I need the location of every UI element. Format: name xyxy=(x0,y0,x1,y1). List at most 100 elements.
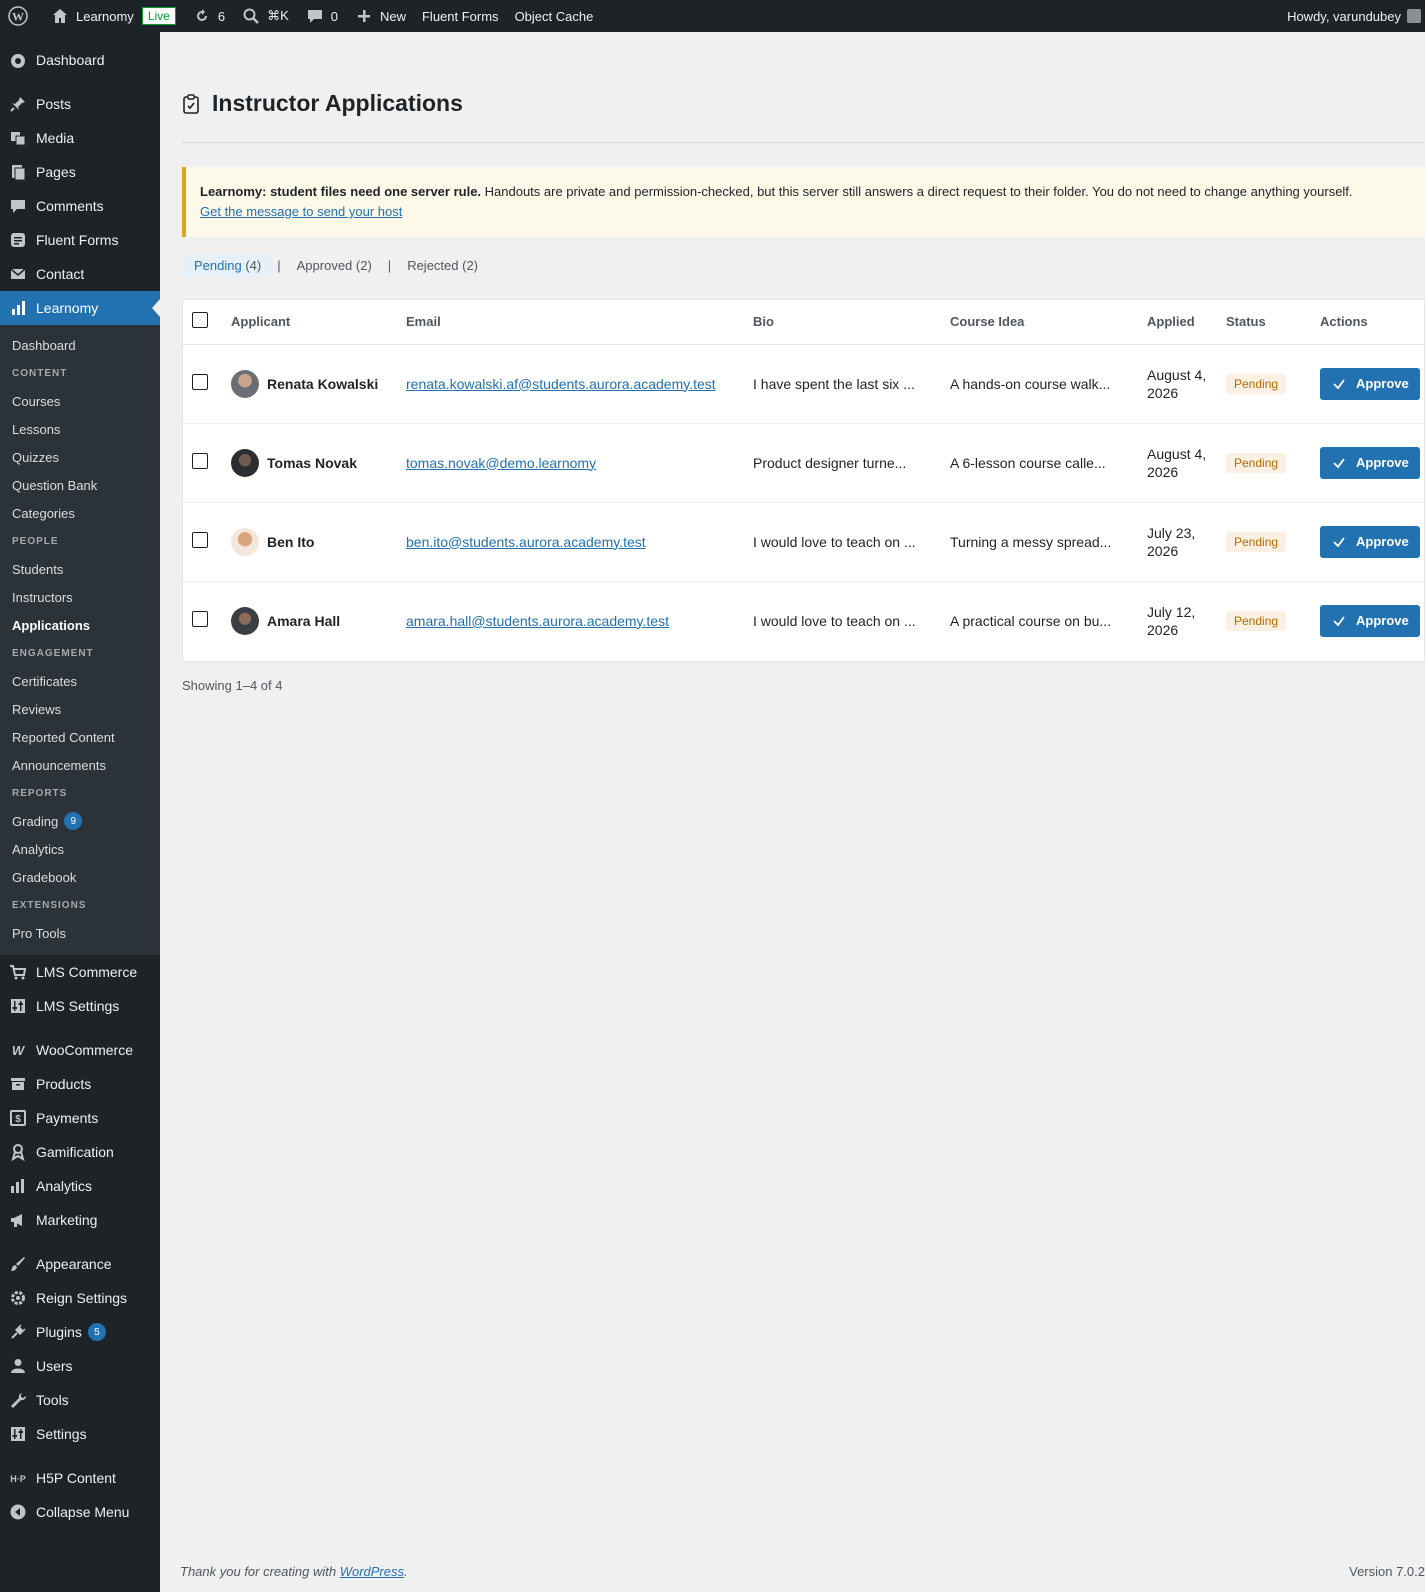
fluent-forms-link[interactable]: Fluent Forms xyxy=(414,0,507,32)
clipboard-check-icon xyxy=(182,93,202,114)
submenu-question-bank[interactable]: Question Bank xyxy=(0,471,160,499)
avatar xyxy=(231,448,259,477)
approve-button[interactable]: Approve xyxy=(1320,604,1420,637)
submenu-instructors[interactable]: Instructors xyxy=(0,583,160,611)
submenu-dashboard[interactable]: Dashboard xyxy=(0,331,160,359)
menu-contact[interactable]: Contact xyxy=(0,257,160,291)
approve-label: Approve xyxy=(1356,613,1409,629)
archive-icon xyxy=(8,1074,28,1094)
menu-gamification[interactable]: Gamification xyxy=(0,1135,160,1169)
sliders-icon xyxy=(8,1424,28,1444)
submenu-analytics[interactable]: Analytics xyxy=(0,835,160,863)
chart-icon xyxy=(8,298,28,318)
applicant-email-link[interactable]: amara.hall@students.aurora.academy.test xyxy=(406,613,669,629)
submenu-students[interactable]: Students xyxy=(0,555,160,583)
menu-label: Fluent Forms xyxy=(36,232,119,248)
checkmark-icon xyxy=(1332,377,1346,391)
applicant-name: Renata Kowalski xyxy=(267,375,379,392)
applicant-email-link[interactable]: ben.ito@students.aurora.academy.test xyxy=(406,534,646,550)
menu-lms-commerce[interactable]: LMS Commerce xyxy=(0,955,160,989)
column-status[interactable]: Status xyxy=(1218,300,1312,344)
comments-button[interactable]: 0 xyxy=(297,0,346,32)
menu-posts[interactable]: Posts xyxy=(0,87,160,121)
menu-tools[interactable]: Tools xyxy=(0,1383,160,1417)
filter-pending[interactable]: Pending (4) xyxy=(182,254,274,277)
submenu-lessons[interactable]: Lessons xyxy=(0,415,160,443)
notice-host-message-link[interactable]: Get the message to send your host xyxy=(200,204,402,219)
svg-text:$: $ xyxy=(15,1114,21,1125)
menu-products[interactable]: Products xyxy=(0,1067,160,1101)
submenu-categories[interactable]: Categories xyxy=(0,499,160,527)
menu-pages[interactable]: Pages xyxy=(0,155,160,189)
menu-analytics[interactable]: Analytics xyxy=(0,1169,160,1203)
menu-reign-settings[interactable]: Reign Settings xyxy=(0,1281,160,1315)
submenu-applications[interactable]: Applications xyxy=(0,611,160,639)
submenu-quizzes[interactable]: Quizzes xyxy=(0,443,160,471)
menu-dashboard[interactable]: Dashboard xyxy=(0,43,160,77)
menu-lms-settings[interactable]: LMS Settings xyxy=(0,989,160,1023)
approve-button[interactable]: Approve xyxy=(1320,367,1420,400)
applicant-name: Ben Ito xyxy=(267,533,315,550)
wordpress-link[interactable]: WordPress xyxy=(340,1564,404,1579)
search-button[interactable]: ⌘K xyxy=(233,0,297,32)
column-bio[interactable]: Bio xyxy=(745,300,942,344)
menu-comments[interactable]: Comments xyxy=(0,189,160,223)
submenu-pro-tools[interactable]: Pro Tools xyxy=(0,919,160,947)
applied-date: July 12, 2026 xyxy=(1147,603,1196,638)
applicant-email-link[interactable]: renata.kowalski.af@students.aurora.acade… xyxy=(406,376,716,392)
menu-media[interactable]: Media xyxy=(0,121,160,155)
wrench-icon xyxy=(8,1390,28,1410)
approve-label: Approve xyxy=(1356,534,1409,549)
submenu-reported-content[interactable]: Reported Content xyxy=(0,723,160,751)
applicant-email-link[interactable]: tomas.novak@demo.learnomy xyxy=(406,455,596,471)
collapse-menu-button[interactable]: Collapse Menu xyxy=(0,1495,160,1529)
submenu-reviews[interactable]: Reviews xyxy=(0,695,160,723)
account-menu[interactable]: Howdy, varundubey xyxy=(1279,0,1425,32)
submenu-certificates[interactable]: Certificates xyxy=(0,667,160,695)
menu-users[interactable]: Users xyxy=(0,1349,160,1383)
filter-approved[interactable]: Approved (2) xyxy=(285,254,384,277)
updates-button[interactable]: 6 xyxy=(184,0,233,32)
menu-h5p[interactable]: H·P H5P Content xyxy=(0,1461,160,1495)
submenu-heading-content: CONTENT xyxy=(12,367,68,379)
table-row: Amara Hall amara.hall@students.aurora.ac… xyxy=(183,581,1424,660)
applicant-cell: Ben Ito xyxy=(231,527,390,556)
wordpress-logo-button[interactable]: W xyxy=(0,0,42,32)
status-badge: Pending xyxy=(1226,531,1287,552)
new-content-button[interactable]: New xyxy=(346,0,414,32)
column-course-idea[interactable]: Course Idea xyxy=(942,300,1139,344)
submenu-gradebook[interactable]: Gradebook xyxy=(0,863,160,891)
submenu-grading[interactable]: Grading 9 xyxy=(0,807,160,835)
menu-label: Collapse Menu xyxy=(36,1504,130,1520)
menu-payments[interactable]: $ Payments xyxy=(0,1101,160,1135)
search-shortcut: ⌘K xyxy=(267,8,289,23)
column-applicant[interactable]: Applicant xyxy=(223,300,398,344)
menu-woocommerce[interactable]: W WooCommerce xyxy=(0,1033,160,1067)
submenu-courses[interactable]: Courses xyxy=(0,387,160,415)
site-name-link[interactable]: Learnomy Live xyxy=(42,0,184,32)
submenu-announcements[interactable]: Announcements xyxy=(0,751,160,779)
menu-label: Comments xyxy=(36,198,104,214)
approve-button[interactable]: Approve xyxy=(1320,446,1420,479)
svg-text:W: W xyxy=(12,1043,26,1057)
bio-cell: I would love to teach on ... xyxy=(753,533,916,550)
row-checkbox[interactable] xyxy=(192,374,208,390)
row-checkbox[interactable] xyxy=(192,532,208,548)
menu-learnomy[interactable]: Learnomy xyxy=(0,291,160,325)
approve-button[interactable]: Approve xyxy=(1320,525,1420,558)
object-cache-link[interactable]: Object Cache xyxy=(507,0,602,32)
select-all-checkbox[interactable] xyxy=(192,312,208,329)
row-checkbox[interactable] xyxy=(192,453,208,469)
menu-marketing[interactable]: Marketing xyxy=(0,1203,160,1237)
filter-rejected[interactable]: Rejected (2) xyxy=(395,254,490,277)
menu-appearance[interactable]: Appearance xyxy=(0,1247,160,1281)
column-email[interactable]: Email xyxy=(398,300,745,344)
column-applied[interactable]: Applied xyxy=(1139,300,1218,344)
menu-settings[interactable]: Settings xyxy=(0,1417,160,1451)
row-checkbox[interactable] xyxy=(192,611,208,628)
menu-plugins[interactable]: Plugins 5 xyxy=(0,1315,160,1349)
woocommerce-icon: W xyxy=(8,1040,28,1060)
refresh-icon xyxy=(192,6,212,26)
forms-icon xyxy=(8,230,28,250)
menu-fluent-forms[interactable]: Fluent Forms xyxy=(0,223,160,257)
